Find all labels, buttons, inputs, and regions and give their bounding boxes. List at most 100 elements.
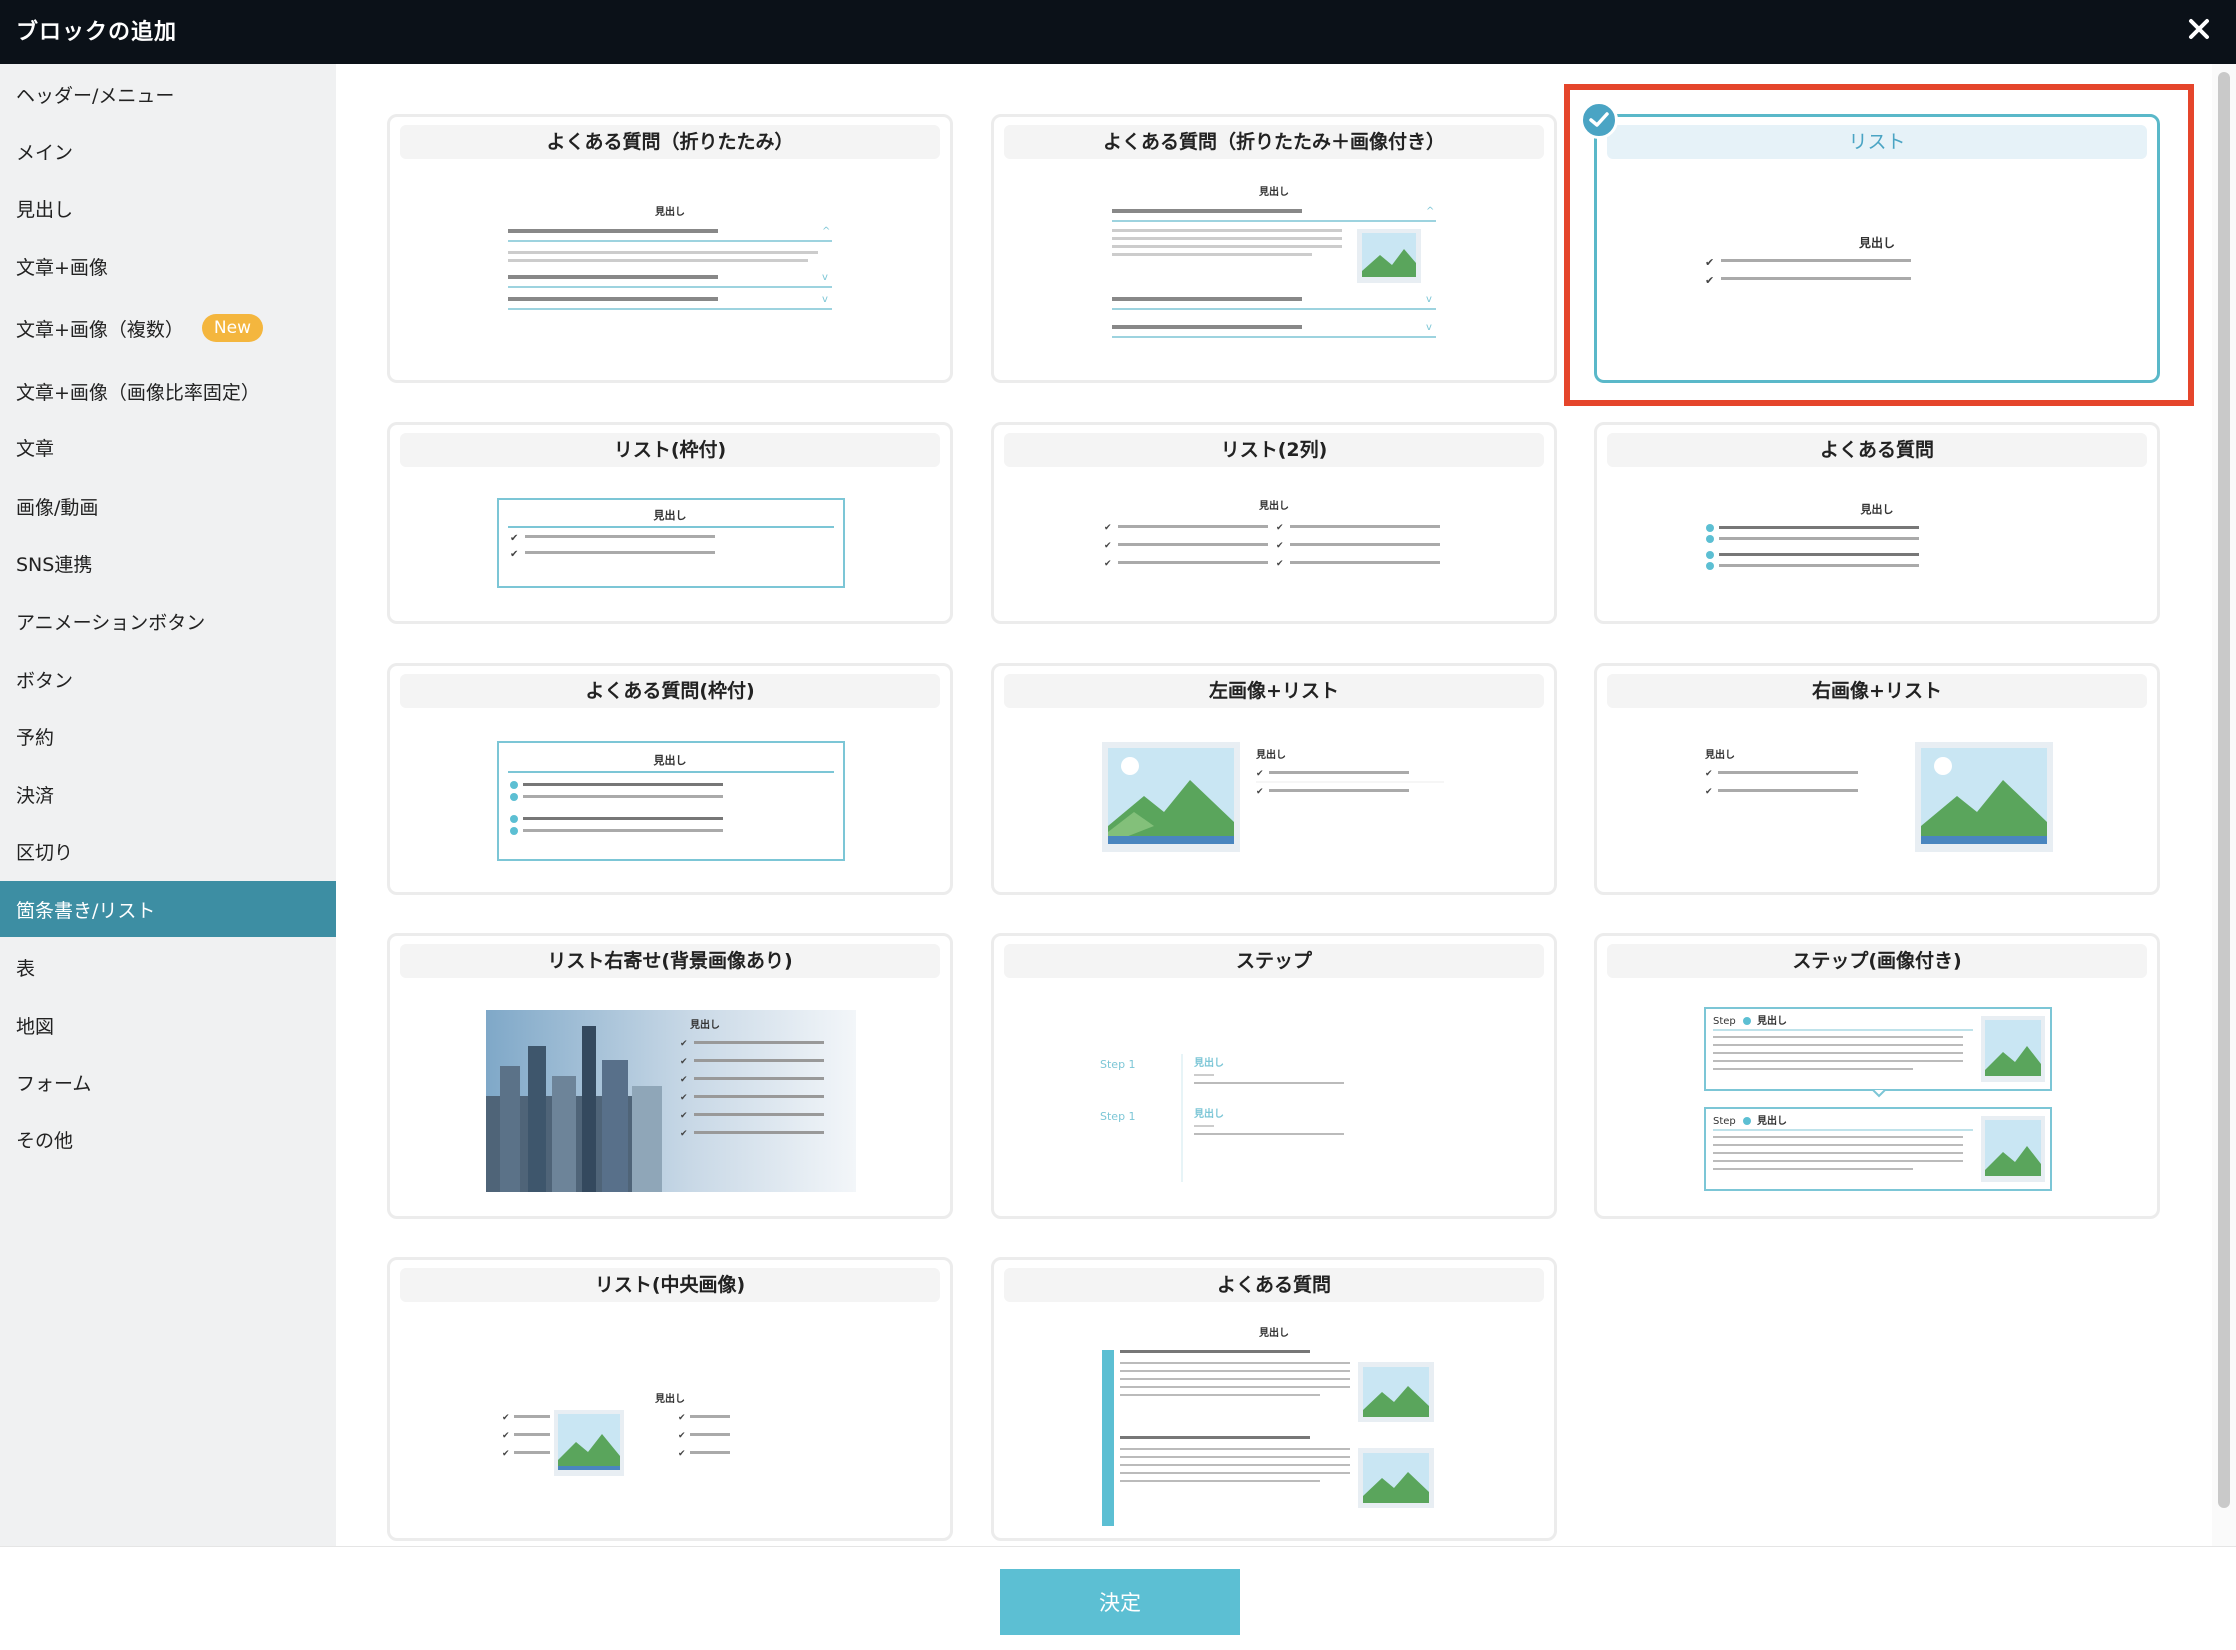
block-card-faq-accordion[interactable]: よくある質問（折りたたみ） 見出し ^ v v	[387, 114, 953, 383]
svg-text:✔: ✔	[1705, 787, 1713, 797]
sidebar-item-map[interactable]: 地図	[0, 997, 336, 1053]
svg-text:Step: Step	[1713, 1016, 1736, 1027]
sidebar-item-button[interactable]: ボタン	[0, 651, 336, 707]
svg-text:見出し: 見出し	[1193, 1107, 1224, 1120]
svg-text:Step 1: Step 1	[1100, 1110, 1136, 1123]
card-title: よくある質問	[1607, 433, 2147, 467]
svg-text:✔: ✔	[680, 1093, 688, 1103]
svg-text:見出し: 見出し	[1704, 748, 1735, 761]
sidebar-item-payment[interactable]: 決済	[0, 766, 336, 822]
sidebar-item-label: 予約	[16, 726, 55, 749]
card-preview: 見出し ✔ ✔	[390, 475, 950, 621]
svg-text:✔: ✔	[1104, 523, 1112, 533]
sidebar-item-other[interactable]: その他	[0, 1111, 336, 1167]
svg-text:✔: ✔	[1276, 541, 1284, 551]
sidebar-item-bullet-list[interactable]: 箇条書き/リスト	[0, 881, 336, 937]
sidebar-item-text-image[interactable]: 文章+画像	[0, 238, 336, 294]
svg-text:✔: ✔	[502, 1413, 510, 1423]
sidebar-item-text-image-fixed[interactable]: 文章+画像（画像比率固定）	[0, 363, 336, 419]
sidebar-item-label: 決済	[16, 784, 55, 807]
sidebar-item-sns[interactable]: SNS連携	[0, 535, 336, 591]
preview-heading: 見出し	[654, 205, 685, 218]
scrollbar[interactable]	[2212, 64, 2236, 1546]
svg-text:✔: ✔	[680, 1111, 688, 1121]
block-card-left-image-list[interactable]: 左画像+リスト 見出し ✔ ✔	[991, 663, 1557, 895]
card-preview: 見出し ^ v v	[390, 167, 950, 380]
svg-text:見出し: 見出し	[654, 1392, 685, 1405]
svg-text:v: v	[1426, 294, 1432, 305]
svg-text:✔: ✔	[1104, 541, 1112, 551]
confirm-button[interactable]: 決定	[1000, 1569, 1240, 1635]
sidebar-item-main[interactable]: メイン	[0, 123, 336, 179]
sidebar-item-label: フォーム	[16, 1072, 92, 1095]
card-title: リスト	[1607, 125, 2147, 159]
card-preview: 見出し ✔ ✔	[994, 716, 1554, 892]
svg-text:✔: ✔	[1705, 256, 1714, 269]
svg-text:見出し: 見出し	[1858, 235, 1895, 250]
svg-text:v: v	[822, 272, 828, 283]
svg-text:Step 1: Step 1	[1100, 1058, 1136, 1071]
scrollbar-thumb[interactable]	[2218, 72, 2230, 1508]
card-preview: 見出し ✔ ✔	[1597, 716, 2157, 892]
card-title: ステップ(画像付き)	[1607, 944, 2147, 978]
sidebar-item-label: 文章+画像（画像比率固定）	[16, 381, 260, 404]
sidebar-item-divider[interactable]: 区切り	[0, 823, 336, 879]
sidebar-item-label: 文章+画像（複数）	[16, 318, 184, 341]
card-preview: Step 1 見出し Step 1 見出し	[994, 986, 1554, 1216]
block-card-list[interactable]: リスト 見出し ✔ ✔	[1594, 114, 2160, 383]
svg-text:✔: ✔	[678, 1431, 686, 1441]
svg-text:見出し: 見出し	[1860, 502, 1894, 516]
card-preview: 見出し	[994, 1310, 1554, 1538]
sidebar-item-label: アニメーションボタン	[16, 611, 206, 634]
card-preview: 見出し ✔ ✔ ✔ ✔ ✔ ✔	[390, 986, 950, 1216]
block-card-faq-accordion-image[interactable]: よくある質問（折りたたみ＋画像付き） 見出し ^ v v	[991, 114, 1557, 383]
card-preview: 見出し ✔ ✔	[1597, 167, 2157, 380]
svg-text:✔: ✔	[1256, 787, 1264, 797]
card-title: リスト(枠付)	[400, 433, 940, 467]
svg-text:✔: ✔	[678, 1413, 686, 1423]
block-card-right-image-list[interactable]: 右画像+リスト 見出し ✔ ✔	[1594, 663, 2160, 895]
block-card-list-right-bg-image[interactable]: リスト右寄せ(背景画像あり) 見出し ✔ ✔ ✔ ✔ ✔ ✔	[387, 933, 953, 1219]
close-icon	[2189, 19, 2209, 39]
sidebar-item-text-image-multiple[interactable]: 文章+画像（複数） New	[0, 300, 336, 356]
sidebar-item-label: ヘッダー/メニュー	[16, 84, 175, 107]
svg-text:見出し: 見出し	[689, 1018, 720, 1031]
svg-text:見出し: 見出し	[653, 753, 687, 767]
svg-text:✔: ✔	[1276, 523, 1284, 533]
svg-text:✔: ✔	[680, 1075, 688, 1085]
svg-text:^: ^	[1426, 206, 1434, 217]
sidebar-item-text[interactable]: 文章	[0, 419, 336, 475]
sidebar-item-form[interactable]: フォーム	[0, 1054, 336, 1110]
block-card-faq-framed[interactable]: よくある質問(枠付) 見出し	[387, 663, 953, 895]
card-title: 右画像+リスト	[1607, 674, 2147, 708]
close-button[interactable]	[2178, 8, 2220, 50]
card-preview: 見出し ✔ ✔ ✔ ✔ ✔ ✔	[390, 1310, 950, 1538]
sidebar-item-label: 箇条書き/リスト	[16, 899, 156, 922]
sidebar-item-label: メイン	[16, 141, 74, 164]
block-card-list-two-column[interactable]: リスト(2列) 見出し ✔ ✔ ✔ ✔ ✔ ✔	[991, 422, 1557, 624]
block-card-list-framed[interactable]: リスト(枠付) 見出し ✔ ✔	[387, 422, 953, 624]
block-card-steps[interactable]: ステップ Step 1 見出し Step 1 見出し	[991, 933, 1557, 1219]
card-title: 左画像+リスト	[1004, 674, 1544, 708]
card-title: リスト(中央画像)	[400, 1268, 940, 1302]
card-title: よくある質問(枠付)	[400, 674, 940, 708]
sidebar-item-table[interactable]: 表	[0, 939, 336, 995]
sidebar-item-reservation[interactable]: 予約	[0, 708, 336, 764]
sidebar-item-animation-button[interactable]: アニメーションボタン	[0, 593, 336, 649]
sidebar-item-heading[interactable]: 見出し	[0, 180, 336, 236]
sidebar-item-label: 文章+画像	[16, 256, 108, 279]
block-card-faq[interactable]: よくある質問 見出し	[1594, 422, 2160, 624]
dialog-titlebar: ブロックの追加	[0, 0, 2236, 64]
block-card-steps-image[interactable]: ステップ(画像付き) Step 見出し Step 見出し	[1594, 933, 2160, 1219]
card-preview: 見出し ✔ ✔ ✔ ✔ ✔ ✔	[994, 475, 1554, 621]
card-title: リスト右寄せ(背景画像あり)	[400, 944, 940, 978]
sidebar-item-header-menu[interactable]: ヘッダー/メニュー	[0, 66, 336, 122]
svg-text:✔: ✔	[680, 1129, 688, 1139]
sidebar-item-image-video[interactable]: 画像/動画	[0, 478, 336, 534]
dialog-title: ブロックの追加	[16, 20, 178, 45]
block-card-list-center-image[interactable]: リスト(中央画像) 見出し ✔ ✔ ✔ ✔ ✔ ✔	[387, 1257, 953, 1541]
sidebar-item-label: 画像/動画	[16, 496, 99, 519]
sidebar-item-label: その他	[16, 1129, 74, 1152]
svg-text:✔: ✔	[510, 549, 518, 560]
block-card-faq-image[interactable]: よくある質問 見出し	[991, 1257, 1557, 1541]
